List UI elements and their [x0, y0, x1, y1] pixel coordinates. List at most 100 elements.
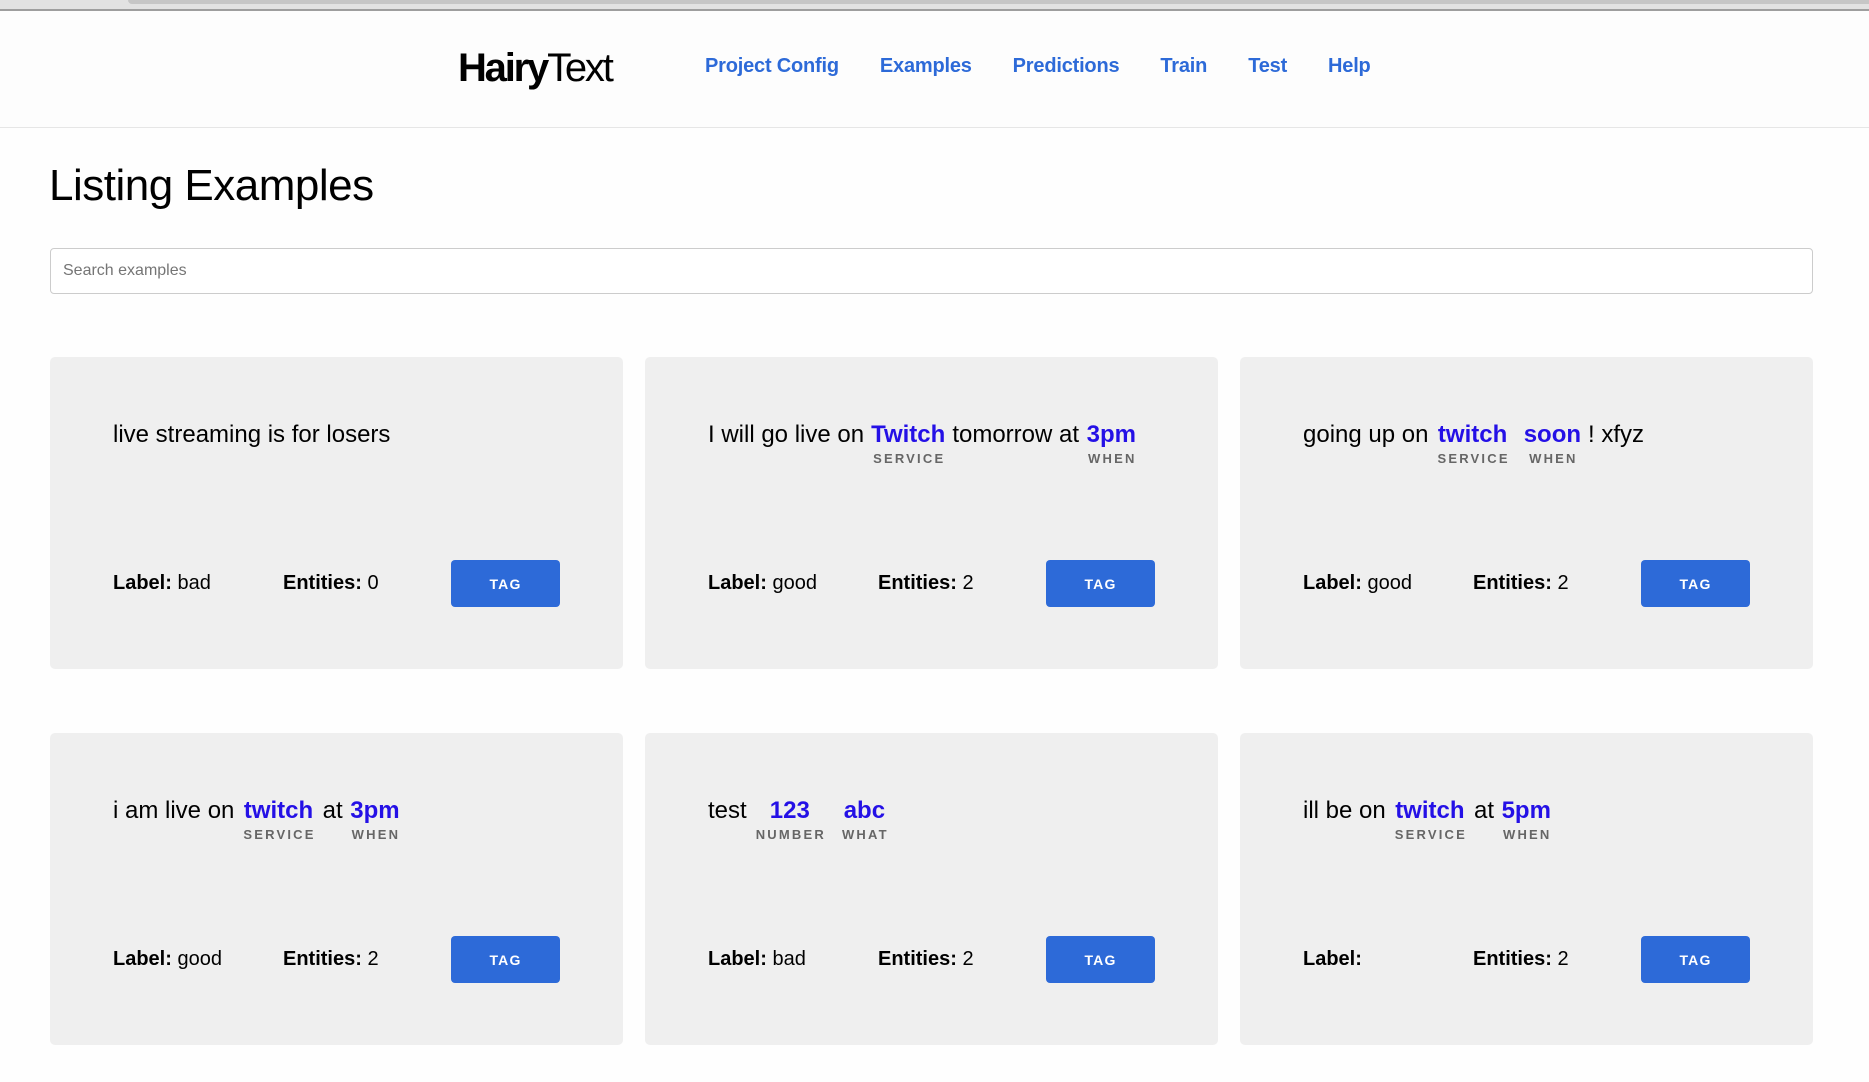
label-prefix: Label:	[708, 572, 767, 594]
entity-span: abc WHAT	[840, 797, 889, 842]
entity-span: Twitch SERVICE	[871, 421, 946, 466]
tag-button[interactable]: TAG	[451, 560, 560, 607]
label-prefix: Label:	[1303, 572, 1362, 594]
entities-count: 0	[367, 572, 379, 594]
entities-count: 2	[1557, 948, 1569, 970]
entities-field: Entities: 2	[878, 572, 1046, 595]
example-text: going up on twitch SERVICE soon WHEN ! xfyz	[1303, 421, 1773, 466]
label-value: bad	[772, 948, 806, 970]
plain-text: at	[1473, 797, 1494, 824]
label-value: good	[1367, 572, 1412, 594]
plain-text: ! xfyz	[1588, 421, 1645, 448]
tag-button[interactable]: TAG	[1046, 936, 1155, 983]
entities-prefix: Entities:	[878, 948, 957, 970]
entity-span: twitch SERVICE	[241, 797, 316, 842]
nav-test[interactable]: Test	[1248, 55, 1287, 78]
nav-examples[interactable]: Examples	[880, 55, 972, 78]
example-card: going up on twitch SERVICE soon WHEN ! xfyz L…	[1240, 357, 1813, 669]
entities-count: 2	[962, 948, 974, 970]
example-card: i am live on twitch SERVICE at 3pm WHEN Label…	[50, 733, 623, 1045]
plain-text: ill be on	[1303, 797, 1386, 824]
page-title: Listing Examples	[49, 161, 374, 210]
label-value: bad	[177, 572, 211, 594]
logo-regular-text: Text	[547, 46, 614, 90]
entity-text: twitch	[243, 797, 314, 824]
entities-prefix: Entities:	[1473, 572, 1552, 594]
entity-span: 3pm WHEN	[1086, 421, 1137, 466]
example-card: live streaming is for losers Label: bad …	[50, 357, 623, 669]
example-text: live streaming is for losers	[113, 423, 583, 447]
card-footer: Label: good Entities: 2 TAG	[708, 560, 1155, 607]
entity-text: abc	[843, 797, 886, 824]
entity-text: soon	[1523, 421, 1582, 448]
entity-text: twitch	[1395, 797, 1465, 824]
label-field: Label: good	[1303, 572, 1473, 595]
entity-text: 3pm	[1086, 421, 1136, 448]
entities-field: Entities: 2	[1473, 572, 1641, 595]
entity-label: WHEN	[1503, 827, 1552, 842]
plain-text: tomorrow at	[952, 421, 1080, 448]
entity-span: twitch SERVICE	[1435, 421, 1510, 466]
plain-text: going up on	[1303, 421, 1429, 448]
entities-count: 2	[367, 948, 379, 970]
card-footer: Label: bad Entities: 2 TAG	[708, 936, 1155, 983]
entities-count: 2	[1557, 572, 1569, 594]
card-footer: Label: good Entities: 2 TAG	[113, 936, 560, 983]
entity-label: WHAT	[841, 827, 889, 842]
nav-predictions[interactable]: Predictions	[1013, 55, 1120, 78]
label-prefix: Label:	[113, 572, 172, 594]
label-field: Label: bad	[113, 572, 283, 595]
entity-label: SERVICE	[243, 827, 316, 842]
nav-help[interactable]: Help	[1328, 55, 1371, 78]
label-prefix: Label:	[1303, 948, 1362, 970]
tag-button[interactable]: TAG	[1046, 560, 1155, 607]
entity-span: 5pm WHEN	[1501, 797, 1552, 842]
tag-button[interactable]: TAG	[451, 936, 560, 983]
label-field: Label: bad	[708, 948, 878, 971]
entities-prefix: Entities:	[283, 572, 362, 594]
examples-grid: live streaming is for losers Label: bad …	[50, 357, 1813, 1045]
label-field: Label: good	[113, 948, 283, 971]
entities-prefix: Entities:	[283, 948, 362, 970]
plain-text: live streaming is for losers	[113, 421, 391, 448]
entities-field: Entities: 2	[283, 948, 451, 971]
search-input[interactable]	[50, 248, 1813, 294]
entity-label: SERVICE	[1394, 827, 1467, 842]
entities-prefix: Entities:	[1473, 948, 1552, 970]
logo-bold-text: Hairy	[458, 46, 549, 90]
entity-text: twitch	[1437, 421, 1508, 448]
entity-text: Twitch	[871, 421, 946, 448]
entity-text: 123	[769, 797, 810, 824]
entity-span: 3pm WHEN	[350, 797, 401, 842]
example-text: ill be on twitch SERVICE at 5pm WHEN	[1303, 797, 1773, 842]
example-text: i am live on twitch SERVICE at 3pm WHEN	[113, 797, 583, 842]
card-footer: Label: bad Entities: 0 TAG	[113, 560, 560, 607]
tag-button[interactable]: TAG	[1641, 936, 1750, 983]
entities-prefix: Entities:	[878, 572, 957, 594]
plain-text: test	[708, 797, 747, 824]
browser-tab-strip	[0, 0, 1869, 9]
tag-button[interactable]: TAG	[1641, 560, 1750, 607]
entity-text: 5pm	[1501, 797, 1551, 824]
browser-tab-bar	[128, 0, 1869, 4]
entities-field: Entities: 2	[1473, 948, 1641, 971]
example-card: ill be on twitch SERVICE at 5pm WHEN Label: E…	[1240, 733, 1813, 1045]
label-value: good	[177, 948, 222, 970]
nav-train[interactable]: Train	[1160, 55, 1207, 78]
example-card: test 123 NUMBER abc WHAT Label: bad Entities…	[645, 733, 1218, 1045]
entity-span: 123 NUMBER	[754, 797, 826, 842]
top-navbar: HairyText Project Config Examples Predic…	[0, 11, 1869, 128]
example-text: test 123 NUMBER abc WHAT	[708, 797, 1178, 842]
plain-text: I will go live on	[708, 421, 865, 448]
entities-field: Entities: 2	[878, 948, 1046, 971]
entity-label: SERVICE	[1437, 451, 1510, 466]
entity-label: NUMBER	[755, 827, 826, 842]
plain-text: at	[322, 797, 343, 824]
entity-label: WHEN	[351, 827, 401, 842]
entities-count: 2	[962, 572, 974, 594]
entity-text: 3pm	[350, 797, 400, 824]
label-field: Label:	[1303, 948, 1473, 971]
nav-project-config[interactable]: Project Config	[705, 55, 839, 78]
app-logo[interactable]: HairyText	[458, 46, 614, 90]
entity-span: twitch SERVICE	[1393, 797, 1467, 842]
